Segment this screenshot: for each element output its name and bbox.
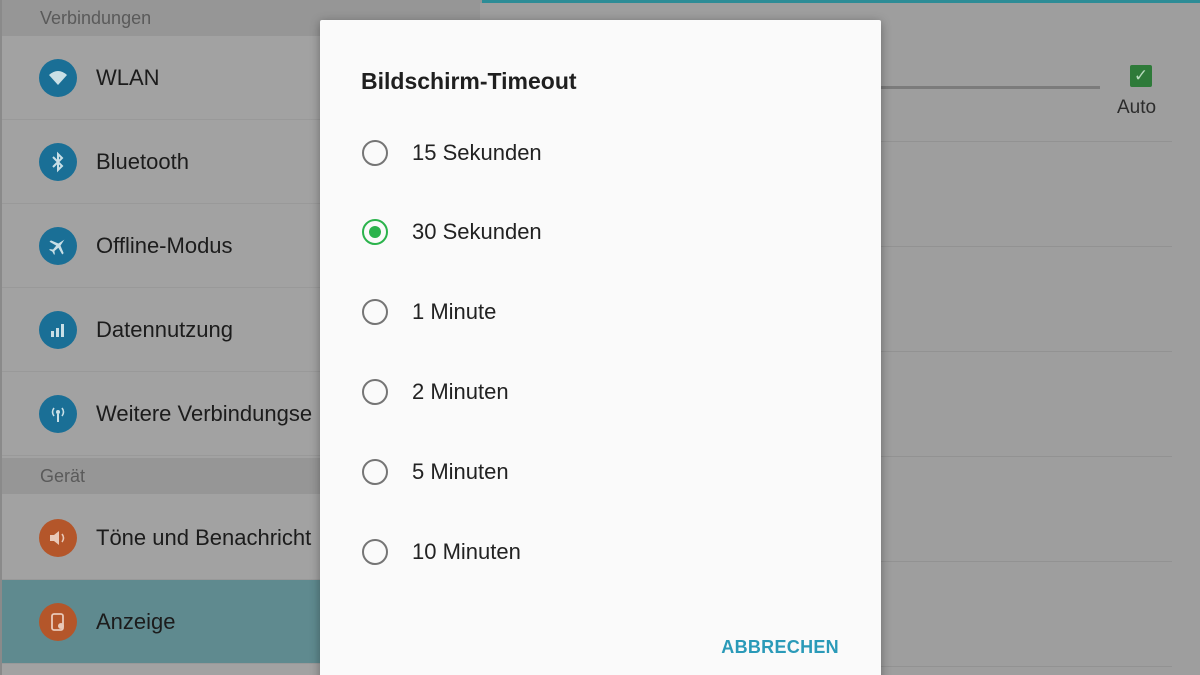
option-label: 10 Minuten: [412, 539, 521, 564]
radio-button[interactable]: [362, 299, 388, 325]
sidebar-item-label: Offline-Modus: [96, 232, 233, 258]
display-icon: [39, 602, 77, 641]
divider: [880, 456, 1172, 457]
radio-button-selected[interactable]: [362, 219, 388, 245]
sidebar-item-label: WLAN: [96, 64, 160, 90]
radio-button[interactable]: [362, 459, 388, 485]
sidebar-item-label: Datennutzung: [96, 316, 233, 342]
sidebar-item-label: Bluetooth: [96, 148, 189, 174]
sidebar-item-label: Töne und Benachricht: [96, 524, 312, 550]
option-label: 15 Sekunden: [412, 140, 542, 165]
option-label: 1 Minute: [412, 299, 497, 324]
auto-brightness-checkbox[interactable]: ✓: [1130, 65, 1152, 87]
radio-button[interactable]: [362, 379, 388, 405]
timeout-option[interactable]: 5 Minuten: [320, 442, 881, 502]
option-label: 30 Sekunden: [412, 219, 542, 244]
timeout-option[interactable]: 2 Minuten: [320, 362, 881, 422]
data-usage-icon: [39, 310, 77, 349]
brightness-slider[interactable]: [880, 86, 1100, 89]
timeout-option[interactable]: 1 Minute: [320, 282, 881, 342]
sidebar-item-label: Weitere Verbindungse: [96, 400, 313, 426]
sidebar-item-label: Anzeige: [96, 608, 176, 634]
radio-button[interactable]: [362, 140, 388, 166]
dialog-title: Bildschirm-Timeout: [361, 68, 577, 94]
bluetooth-icon: [39, 142, 77, 181]
timeout-option[interactable]: 15 Sekunden: [320, 123, 881, 183]
auto-brightness-label: Auto: [1117, 97, 1157, 118]
wifi-icon: [39, 58, 77, 97]
radio-button[interactable]: [362, 539, 388, 565]
airplane-icon: [39, 226, 77, 265]
screen-timeout-dialog: Bildschirm-Timeout 15 Sekunden 30 Sekund…: [320, 20, 881, 675]
option-label: 2 Minuten: [412, 379, 509, 404]
divider: [880, 561, 1172, 562]
divider: [880, 141, 1172, 142]
divider: [880, 666, 1172, 667]
divider: [880, 246, 1172, 247]
cancel-button[interactable]: ABBRECHEN: [721, 637, 839, 658]
timeout-option[interactable]: 10 Minuten: [320, 522, 881, 582]
option-label: 5 Minuten: [412, 459, 509, 484]
sound-icon: [39, 518, 77, 557]
timeout-option[interactable]: 30 Sekunden: [320, 202, 881, 262]
divider: [880, 351, 1172, 352]
more-connections-icon: [39, 394, 77, 433]
